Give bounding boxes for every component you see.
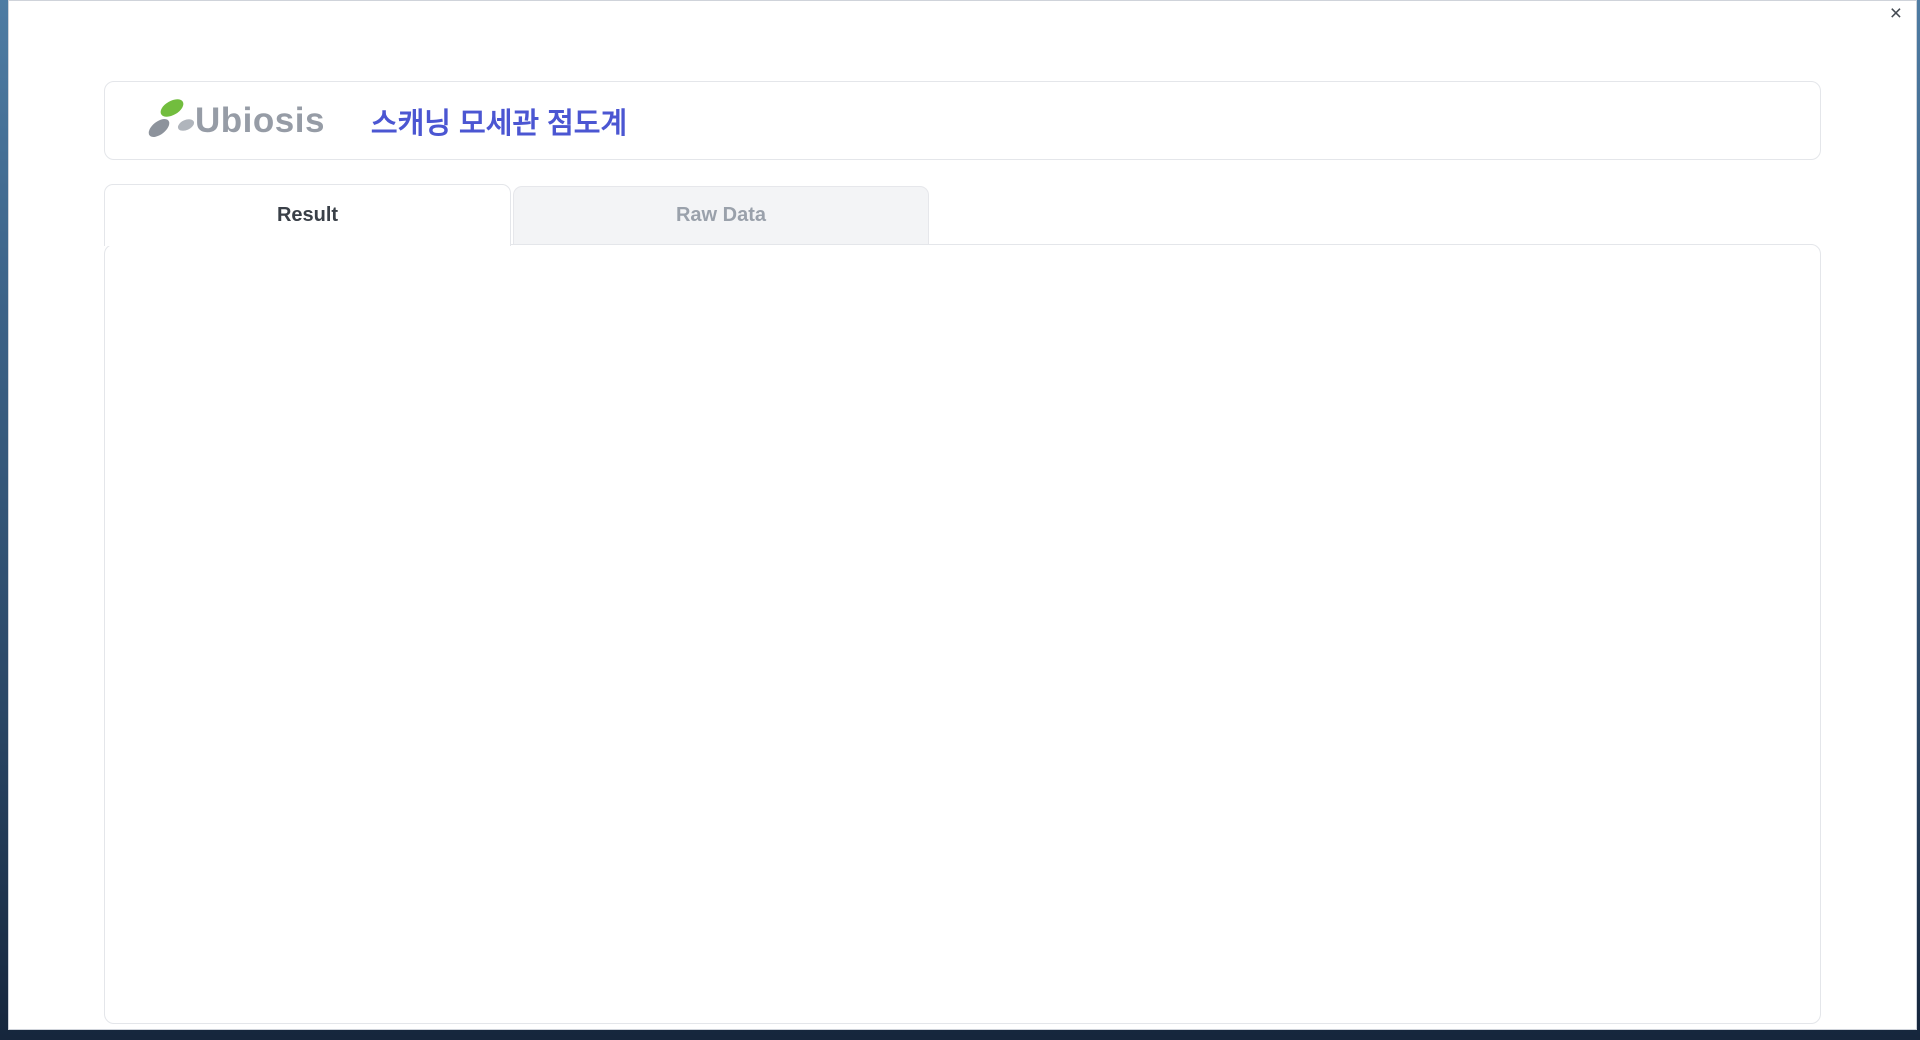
ubiosis-logo: Ubiosis [143, 94, 325, 147]
tab-raw-data[interactable]: Raw Data [513, 186, 929, 244]
leaf-logo-icon [143, 94, 201, 147]
app-window: × Ubiosis 스캐닝 모세관 점도계 Result Raw Data Fi… [8, 0, 1917, 1030]
tab-result[interactable]: Result [104, 184, 511, 246]
logo-text: Ubiosis [195, 100, 325, 140]
main-panel [104, 244, 1821, 1024]
page-title: 스캐닝 모세관 점도계 [370, 107, 628, 140]
close-icon[interactable]: × [1890, 3, 1902, 25]
app-header: Ubiosis 스캐닝 모세관 점도계 [104, 81, 1821, 160]
